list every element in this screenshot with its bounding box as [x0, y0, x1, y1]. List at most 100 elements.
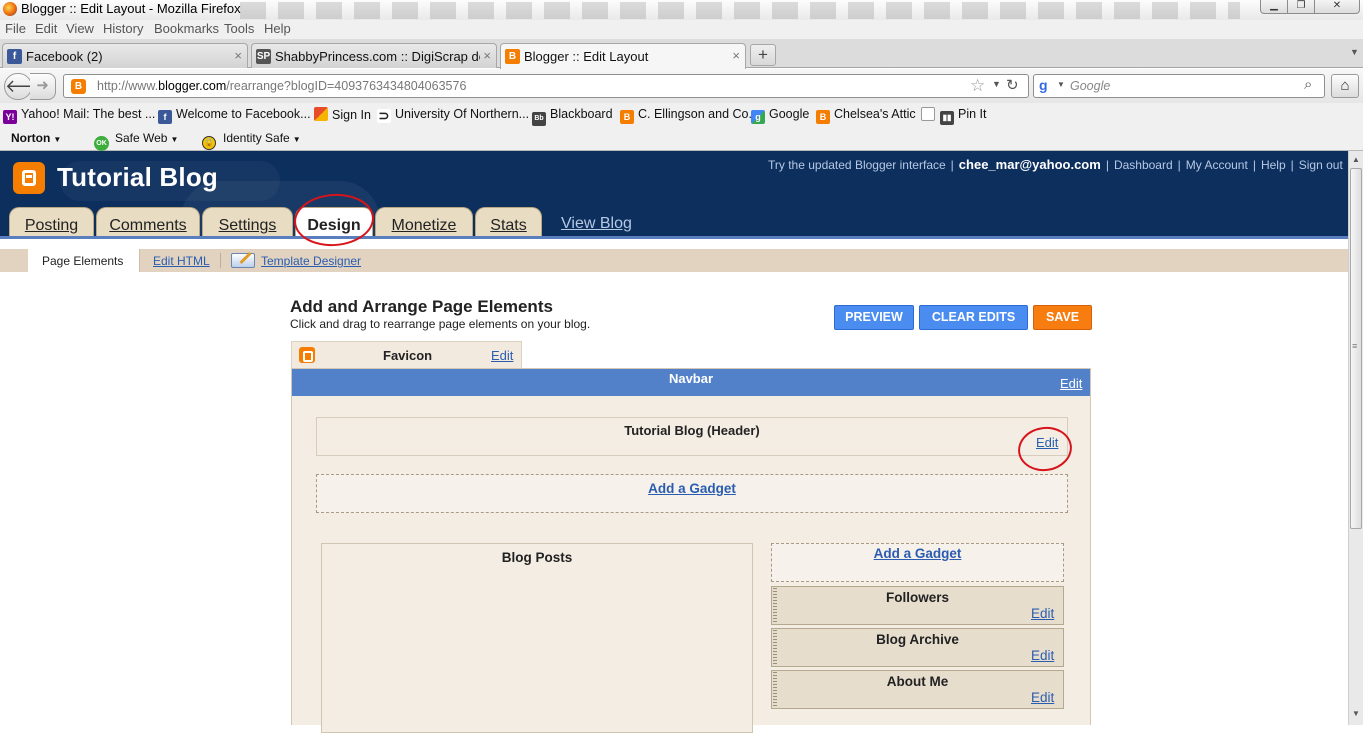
- bookmark-yahoo-mail[interactable]: Y! Yahoo! Mail: The best ...: [3, 107, 155, 124]
- navbar-edit-link[interactable]: Edit: [1060, 376, 1082, 391]
- menu-history[interactable]: History: [103, 21, 143, 36]
- navbar-gadget[interactable]: Navbar Edit: [292, 369, 1090, 396]
- norton-menu[interactable]: Norton ▼: [11, 131, 61, 145]
- bookmark-blackboard[interactable]: Bb Blackboard: [532, 107, 613, 126]
- tab-settings[interactable]: Settings: [202, 207, 293, 239]
- tab-monetize[interactable]: Monetize: [375, 207, 473, 239]
- subtab-page-elements[interactable]: Page Elements: [28, 249, 140, 272]
- blogger-logo-icon[interactable]: [13, 162, 45, 194]
- design-subnav: Page Elements Edit HTML Template Designe…: [0, 249, 1348, 272]
- blogger-icon: B: [816, 110, 830, 124]
- browser-tab-shabbyprincess[interactable]: SP ShabbyPrincess.com :: DigiScrap dow..…: [251, 43, 497, 68]
- bookmark-ellingson[interactable]: B C. Ellingson and Co.: [620, 107, 752, 124]
- header-gadget[interactable]: Tutorial Blog (Header) Edit: [316, 417, 1068, 456]
- url-text[interactable]: http://www.blogger.com/rearrange?blogID=…: [97, 79, 466, 93]
- tab-stats[interactable]: Stats: [475, 207, 542, 239]
- menu-edit[interactable]: Edit: [35, 21, 57, 36]
- search-placeholder[interactable]: Google: [1070, 79, 1110, 93]
- address-bar[interactable]: B http://www.blogger.com/rearrange?blogI…: [63, 74, 1029, 98]
- blog-posts-gadget[interactable]: Blog Posts: [321, 543, 753, 733]
- try-updated-interface-link[interactable]: Try the updated Blogger interface: [768, 158, 946, 172]
- tab-comments[interactable]: Comments: [96, 207, 200, 239]
- bookmark-pin-it[interactable]: ▮▮ Pin It: [940, 107, 987, 125]
- gadget-edit-link[interactable]: Edit: [1031, 606, 1054, 621]
- followers-gadget[interactable]: Followers Edit: [771, 586, 1064, 625]
- reload-icon[interactable]: ↻: [1006, 76, 1019, 94]
- menu-tools[interactable]: Tools: [224, 21, 254, 36]
- template-designer-icon[interactable]: [231, 251, 255, 268]
- home-button[interactable]: ⌂: [1331, 74, 1359, 98]
- my-account-link[interactable]: My Account: [1186, 158, 1248, 172]
- page-icon: [921, 107, 935, 121]
- gadget-edit-link[interactable]: Edit: [1031, 690, 1054, 705]
- lock-icon: 🔒: [202, 136, 216, 150]
- account-links: Try the updated Blogger interface | chee_m…: [768, 157, 1343, 172]
- browser-tab-label: Blogger :: Edit Layout: [524, 49, 649, 64]
- blogger-favicon-icon: [299, 347, 315, 363]
- close-window-button[interactable]: ✕: [1314, 0, 1360, 14]
- add-gadget-zone: Add a Gadget: [316, 474, 1068, 513]
- google-icon[interactable]: g: [1039, 77, 1048, 93]
- help-link[interactable]: Help: [1261, 158, 1286, 172]
- user-email: chee_mar@yahoo.com: [958, 157, 1101, 172]
- menu-view[interactable]: View: [66, 21, 94, 36]
- blogger-icon: B: [620, 110, 634, 124]
- gadget-label: Blog Archive: [876, 632, 959, 647]
- page-scrollbar[interactable]: ▲ ≡ ▼: [1348, 151, 1363, 725]
- blog-archive-gadget[interactable]: Blog Archive Edit: [771, 628, 1064, 667]
- gadget-edit-link[interactable]: Edit: [1031, 648, 1054, 663]
- view-blog-link[interactable]: View Blog: [561, 215, 632, 233]
- new-tab-button[interactable]: +: [750, 44, 776, 66]
- menu-help[interactable]: Help: [264, 21, 291, 36]
- clear-edits-button[interactable]: CLEAR EDITS: [919, 305, 1028, 330]
- maximize-button[interactable]: ❐: [1287, 0, 1315, 14]
- shabbyprincess-icon: SP: [256, 49, 271, 64]
- close-tab-icon[interactable]: ×: [234, 48, 242, 63]
- search-engine-dropdown-icon[interactable]: ▼: [1057, 80, 1065, 89]
- browser-tab-facebook[interactable]: f Facebook (2) ×: [2, 43, 248, 68]
- search-icon[interactable]: ⌕: [1304, 76, 1312, 93]
- menu-file[interactable]: File: [5, 21, 26, 36]
- favicon-edit-link[interactable]: Edit: [491, 348, 513, 363]
- browser-tab-label: Facebook (2): [26, 49, 103, 64]
- bookmark-blank-page[interactable]: [921, 107, 939, 122]
- norton-identity-safe[interactable]: 🔒 Identity Safe ▼: [202, 131, 301, 150]
- site-identity-icon[interactable]: B: [71, 79, 86, 94]
- bookmark-sign-in[interactable]: Sign In: [314, 107, 371, 122]
- blogger-icon: B: [505, 49, 520, 64]
- preview-button[interactable]: PREVIEW: [834, 305, 914, 330]
- bookmark-university[interactable]: ⊃ University Of Northern...: [377, 107, 529, 123]
- favicon-label: Favicon: [383, 348, 433, 363]
- forward-button[interactable]: ➜: [30, 73, 56, 100]
- norton-safe-web[interactable]: OK Safe Web ▼: [94, 131, 178, 151]
- subtab-edit-html[interactable]: Edit HTML: [153, 254, 210, 268]
- browser-tab-blogger[interactable]: B Blogger :: Edit Layout ×: [500, 43, 746, 69]
- url-history-dropdown-icon[interactable]: ▼: [992, 79, 1001, 89]
- bookmark-google[interactable]: g Google: [751, 107, 809, 124]
- tab-posting[interactable]: Posting: [9, 207, 94, 239]
- close-tab-icon[interactable]: ×: [483, 48, 491, 63]
- back-button[interactable]: 🡐: [4, 73, 53, 100]
- header-label: Tutorial Blog (Header): [624, 423, 760, 438]
- search-bar[interactable]: g ▼ Google ⌕: [1033, 74, 1325, 98]
- scroll-down-icon[interactable]: ▼: [1352, 709, 1360, 718]
- bookmark-facebook[interactable]: f Welcome to Facebook...: [158, 107, 311, 124]
- save-button[interactable]: SAVE: [1033, 305, 1092, 330]
- minimize-button[interactable]: ▁: [1260, 0, 1288, 14]
- google-icon: g: [751, 110, 765, 124]
- bookmark-star-icon[interactable]: ☆: [970, 76, 985, 96]
- add-gadget-link[interactable]: Add a Gadget: [317, 481, 1067, 496]
- sign-out-link[interactable]: Sign out: [1299, 158, 1343, 172]
- dashboard-link[interactable]: Dashboard: [1114, 158, 1173, 172]
- add-gadget-link[interactable]: Add a Gadget: [772, 546, 1063, 561]
- list-all-tabs-icon[interactable]: ▼: [1350, 47, 1359, 57]
- scroll-up-icon[interactable]: ▲: [1352, 155, 1360, 164]
- subtab-template-designer[interactable]: Template Designer: [261, 254, 361, 268]
- blogger-header: Tutorial Blog Try the updated Blogger in…: [0, 151, 1348, 239]
- window-titlebar: Blogger :: Edit Layout - Mozilla Firefox…: [0, 0, 1363, 21]
- menu-bookmarks[interactable]: Bookmarks: [154, 21, 219, 36]
- close-tab-icon[interactable]: ×: [732, 48, 740, 63]
- bookmark-chelseas-attic[interactable]: B Chelsea's Attic: [816, 107, 916, 124]
- about-me-gadget[interactable]: About Me Edit: [771, 670, 1064, 709]
- favicon-gadget: Favicon Edit: [291, 341, 522, 369]
